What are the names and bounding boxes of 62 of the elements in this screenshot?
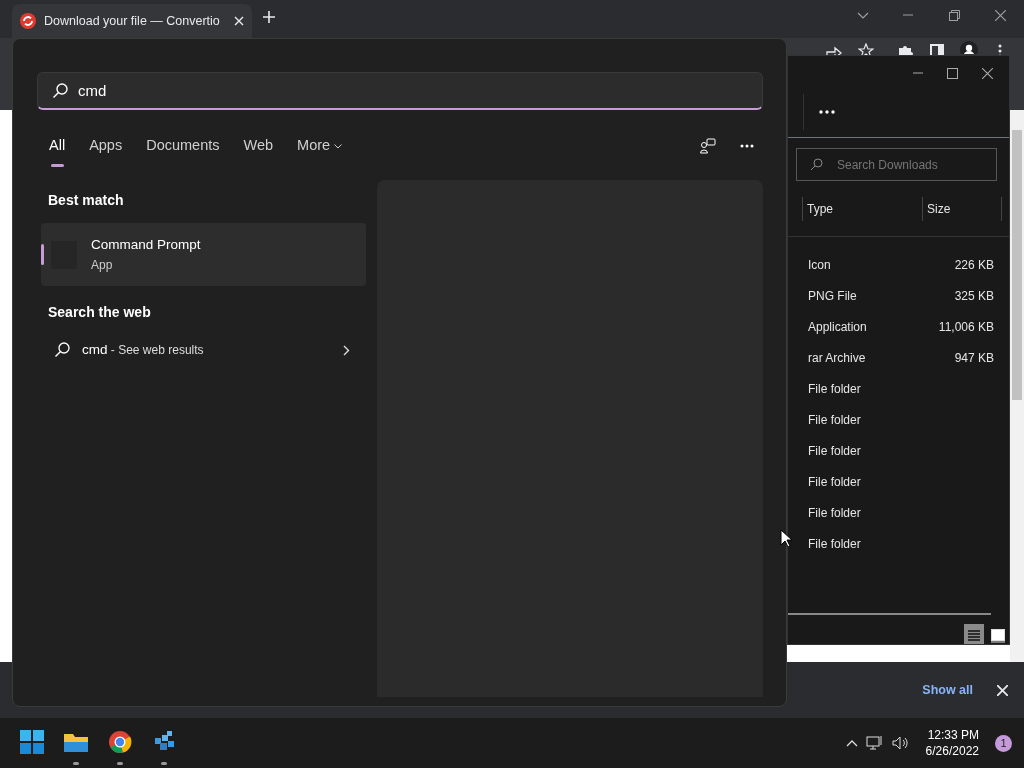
result-title: Command Prompt: [91, 235, 201, 254]
file-type: File folder: [808, 442, 861, 460]
section-heading: Best match: [47, 191, 125, 210]
search-field[interactable]: cmd: [37, 72, 763, 110]
file-type: rar Archive: [808, 349, 866, 367]
file-size: 11,006 KB: [938, 318, 994, 336]
time-text: 12:33 PM: [926, 727, 979, 743]
filter-tab[interactable]: More: [297, 135, 343, 167]
file-type: PNG File: [808, 287, 857, 305]
file-type: File folder: [808, 504, 861, 522]
list-icon: [966, 627, 982, 644]
restore-icon[interactable]: [949, 10, 960, 21]
file-type: Application: [808, 318, 867, 336]
web-suffix: - See web results: [109, 342, 204, 357]
section-heading: Search the web: [47, 303, 152, 322]
search-field[interactable]: Search Downloads: [796, 148, 997, 181]
chevron-down-icon[interactable]: [857, 12, 869, 20]
filter-tab[interactable]: Documents: [146, 135, 220, 167]
web-query: cmd: [82, 341, 108, 357]
tab-logo-icon: [20, 13, 36, 29]
network-icon[interactable]: [865, 735, 884, 751]
search-icon: [54, 342, 70, 358]
web-result[interactable]: cmd - See web results: [41, 337, 366, 363]
details-view-button[interactable]: [964, 624, 984, 644]
share-icon[interactable]: [826, 44, 842, 58]
file-size: 947 KB: [954, 349, 994, 367]
column-header[interactable]: Type: [803, 199, 833, 218]
notification-badge[interactable]: 1: [995, 734, 1012, 752]
file-type: File folder: [808, 411, 861, 429]
search-icon: [810, 158, 823, 171]
show-all-link[interactable]: Show all: [922, 680, 973, 700]
filter-tab[interactable]: All: [49, 135, 66, 167]
result-type: App: [91, 256, 114, 274]
people-chat-icon[interactable]: [700, 138, 716, 154]
filter-tab[interactable]: Web: [243, 135, 274, 167]
file-size: 226 KB: [954, 256, 994, 274]
more-icon[interactable]: [819, 109, 835, 114]
chevron-right-icon: [343, 344, 350, 356]
windows-logo-icon: [20, 729, 44, 754]
chevron-up-icon[interactable]: [845, 739, 858, 747]
column-header[interactable]: Size: [923, 199, 951, 218]
file-type: File folder: [808, 473, 861, 491]
browser-logo-icon: [108, 729, 132, 754]
browser-tab[interactable]: Download your file — Convertio: [12, 4, 252, 38]
filter-tab[interactable]: Apps: [89, 135, 123, 167]
file-size: 325 KB: [954, 287, 994, 305]
file-type: File folder: [808, 380, 861, 398]
file-type: Icon: [808, 256, 831, 274]
close-icon[interactable]: [982, 67, 993, 79]
date-text: 6/26/2022: [925, 743, 979, 759]
more-icon[interactable]: [740, 144, 754, 148]
window-icon: [990, 627, 1006, 644]
search-icon: [52, 83, 68, 99]
tab-title: Download your file — Convertio: [44, 12, 221, 30]
new-tab-icon[interactable]: [263, 11, 275, 23]
volume-icon[interactable]: [891, 735, 910, 751]
mouse-pointer-icon: [780, 529, 792, 547]
maximize-icon[interactable]: [947, 67, 958, 79]
best-match-result[interactable]: Command Prompt App: [41, 223, 366, 286]
close-icon[interactable]: [995, 10, 1006, 21]
file-type: File folder: [808, 535, 861, 553]
scrollbar-thumb[interactable]: [1012, 130, 1022, 400]
